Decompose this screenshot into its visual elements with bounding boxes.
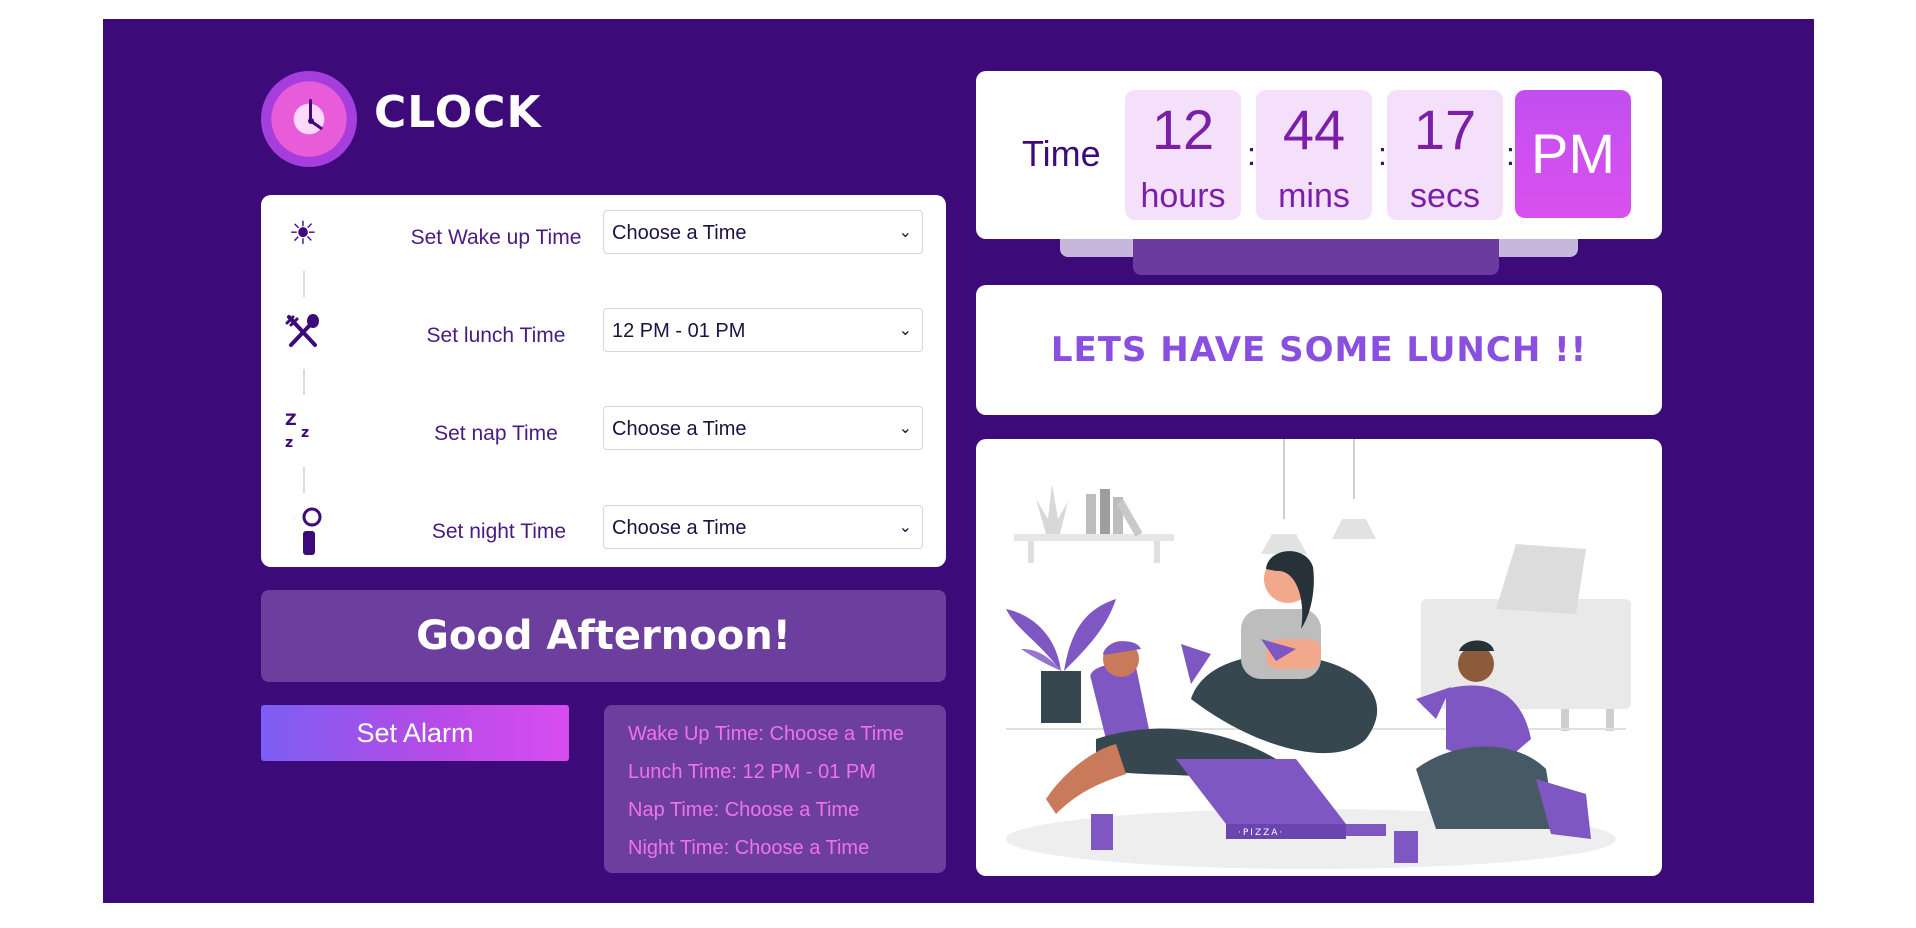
night-label: Set night Time bbox=[431, 520, 567, 543]
time-separator: : bbox=[1506, 136, 1515, 172]
svg-text:z: z bbox=[285, 435, 293, 449]
chevron-down-icon: ⌄ bbox=[898, 322, 912, 339]
lunch-message: LETS HAVE SOME LUNCH !! bbox=[976, 285, 1662, 415]
moon-night-icon bbox=[283, 505, 323, 559]
lunch-illustration: ·PIZZA· bbox=[976, 439, 1662, 876]
svg-text:Z: Z bbox=[285, 410, 297, 429]
secs-value: 17 bbox=[1413, 98, 1477, 161]
ampm-badge: PM bbox=[1515, 90, 1631, 218]
nap-label: Set nap Time bbox=[434, 422, 558, 445]
chevron-down-icon: ⌄ bbox=[898, 420, 912, 437]
svg-text:z: z bbox=[301, 425, 309, 441]
hours-box: 12 hours bbox=[1125, 90, 1241, 220]
lunch-label: Set lunch Time bbox=[426, 324, 566, 347]
connector-line bbox=[303, 271, 305, 297]
chevron-down-icon: ⌄ bbox=[898, 224, 912, 241]
brand-title: CLOCK bbox=[374, 87, 542, 138]
night-time-select[interactable]: Choose a Time ⌄ bbox=[603, 505, 923, 549]
pizza-box-text: ·PIZZA· bbox=[1238, 828, 1284, 838]
app-stage: CLOCK ☀ Set Wake up Time Choose a Time ⌄… bbox=[103, 19, 1814, 903]
secs-box: 17 secs bbox=[1387, 90, 1503, 220]
summary-nap: Nap Time: Choose a Time bbox=[628, 799, 860, 821]
summary-lunch: Lunch Time: 12 PM - 01 PM bbox=[628, 761, 876, 783]
hours-unit: hours bbox=[1140, 177, 1226, 215]
lunch-time-select[interactable]: 12 PM - 01 PM ⌄ bbox=[603, 308, 923, 352]
time-label: Time bbox=[1022, 133, 1101, 174]
clock-logo-icon bbox=[261, 71, 357, 167]
sun-icon: ☀ bbox=[288, 214, 318, 252]
summary-wake: Wake Up Time: Choose a Time bbox=[628, 723, 905, 745]
zzz-icon: Z z z bbox=[283, 409, 323, 451]
people-eating-pizza-illustration: ·PIZZA· bbox=[1006, 439, 1631, 869]
nap-time-select[interactable]: Choose a Time ⌄ bbox=[603, 406, 923, 450]
mins-unit: mins bbox=[1278, 177, 1350, 215]
chevron-down-icon: ⌄ bbox=[898, 519, 912, 536]
time-display-card: Time 12 hours : 44 mins : 17 secs : PM bbox=[976, 71, 1662, 239]
wake-label: Set Wake up Time bbox=[410, 226, 582, 249]
schedule-summary: Wake Up Time: Choose a Time Lunch Time: … bbox=[604, 705, 946, 873]
mins-box: 44 mins bbox=[1256, 90, 1372, 220]
time-separator: : bbox=[1247, 136, 1256, 172]
greeting-banner: Good Afternoon! bbox=[261, 590, 946, 682]
connector-line bbox=[303, 369, 305, 395]
schedule-card: ☀ Set Wake up Time Choose a Time ⌄ Set l… bbox=[261, 195, 946, 567]
summary-night: Night Time: Choose a Time bbox=[628, 837, 870, 859]
mins-value: 44 bbox=[1282, 98, 1346, 161]
fork-spoon-icon bbox=[283, 311, 323, 351]
hours-value: 12 bbox=[1151, 98, 1215, 161]
wake-time-select[interactable]: Choose a Time ⌄ bbox=[603, 210, 923, 254]
set-alarm-button[interactable]: Set Alarm bbox=[261, 705, 569, 761]
connector-line bbox=[303, 467, 305, 493]
time-separator: : bbox=[1378, 136, 1387, 172]
secs-unit: secs bbox=[1410, 177, 1480, 215]
